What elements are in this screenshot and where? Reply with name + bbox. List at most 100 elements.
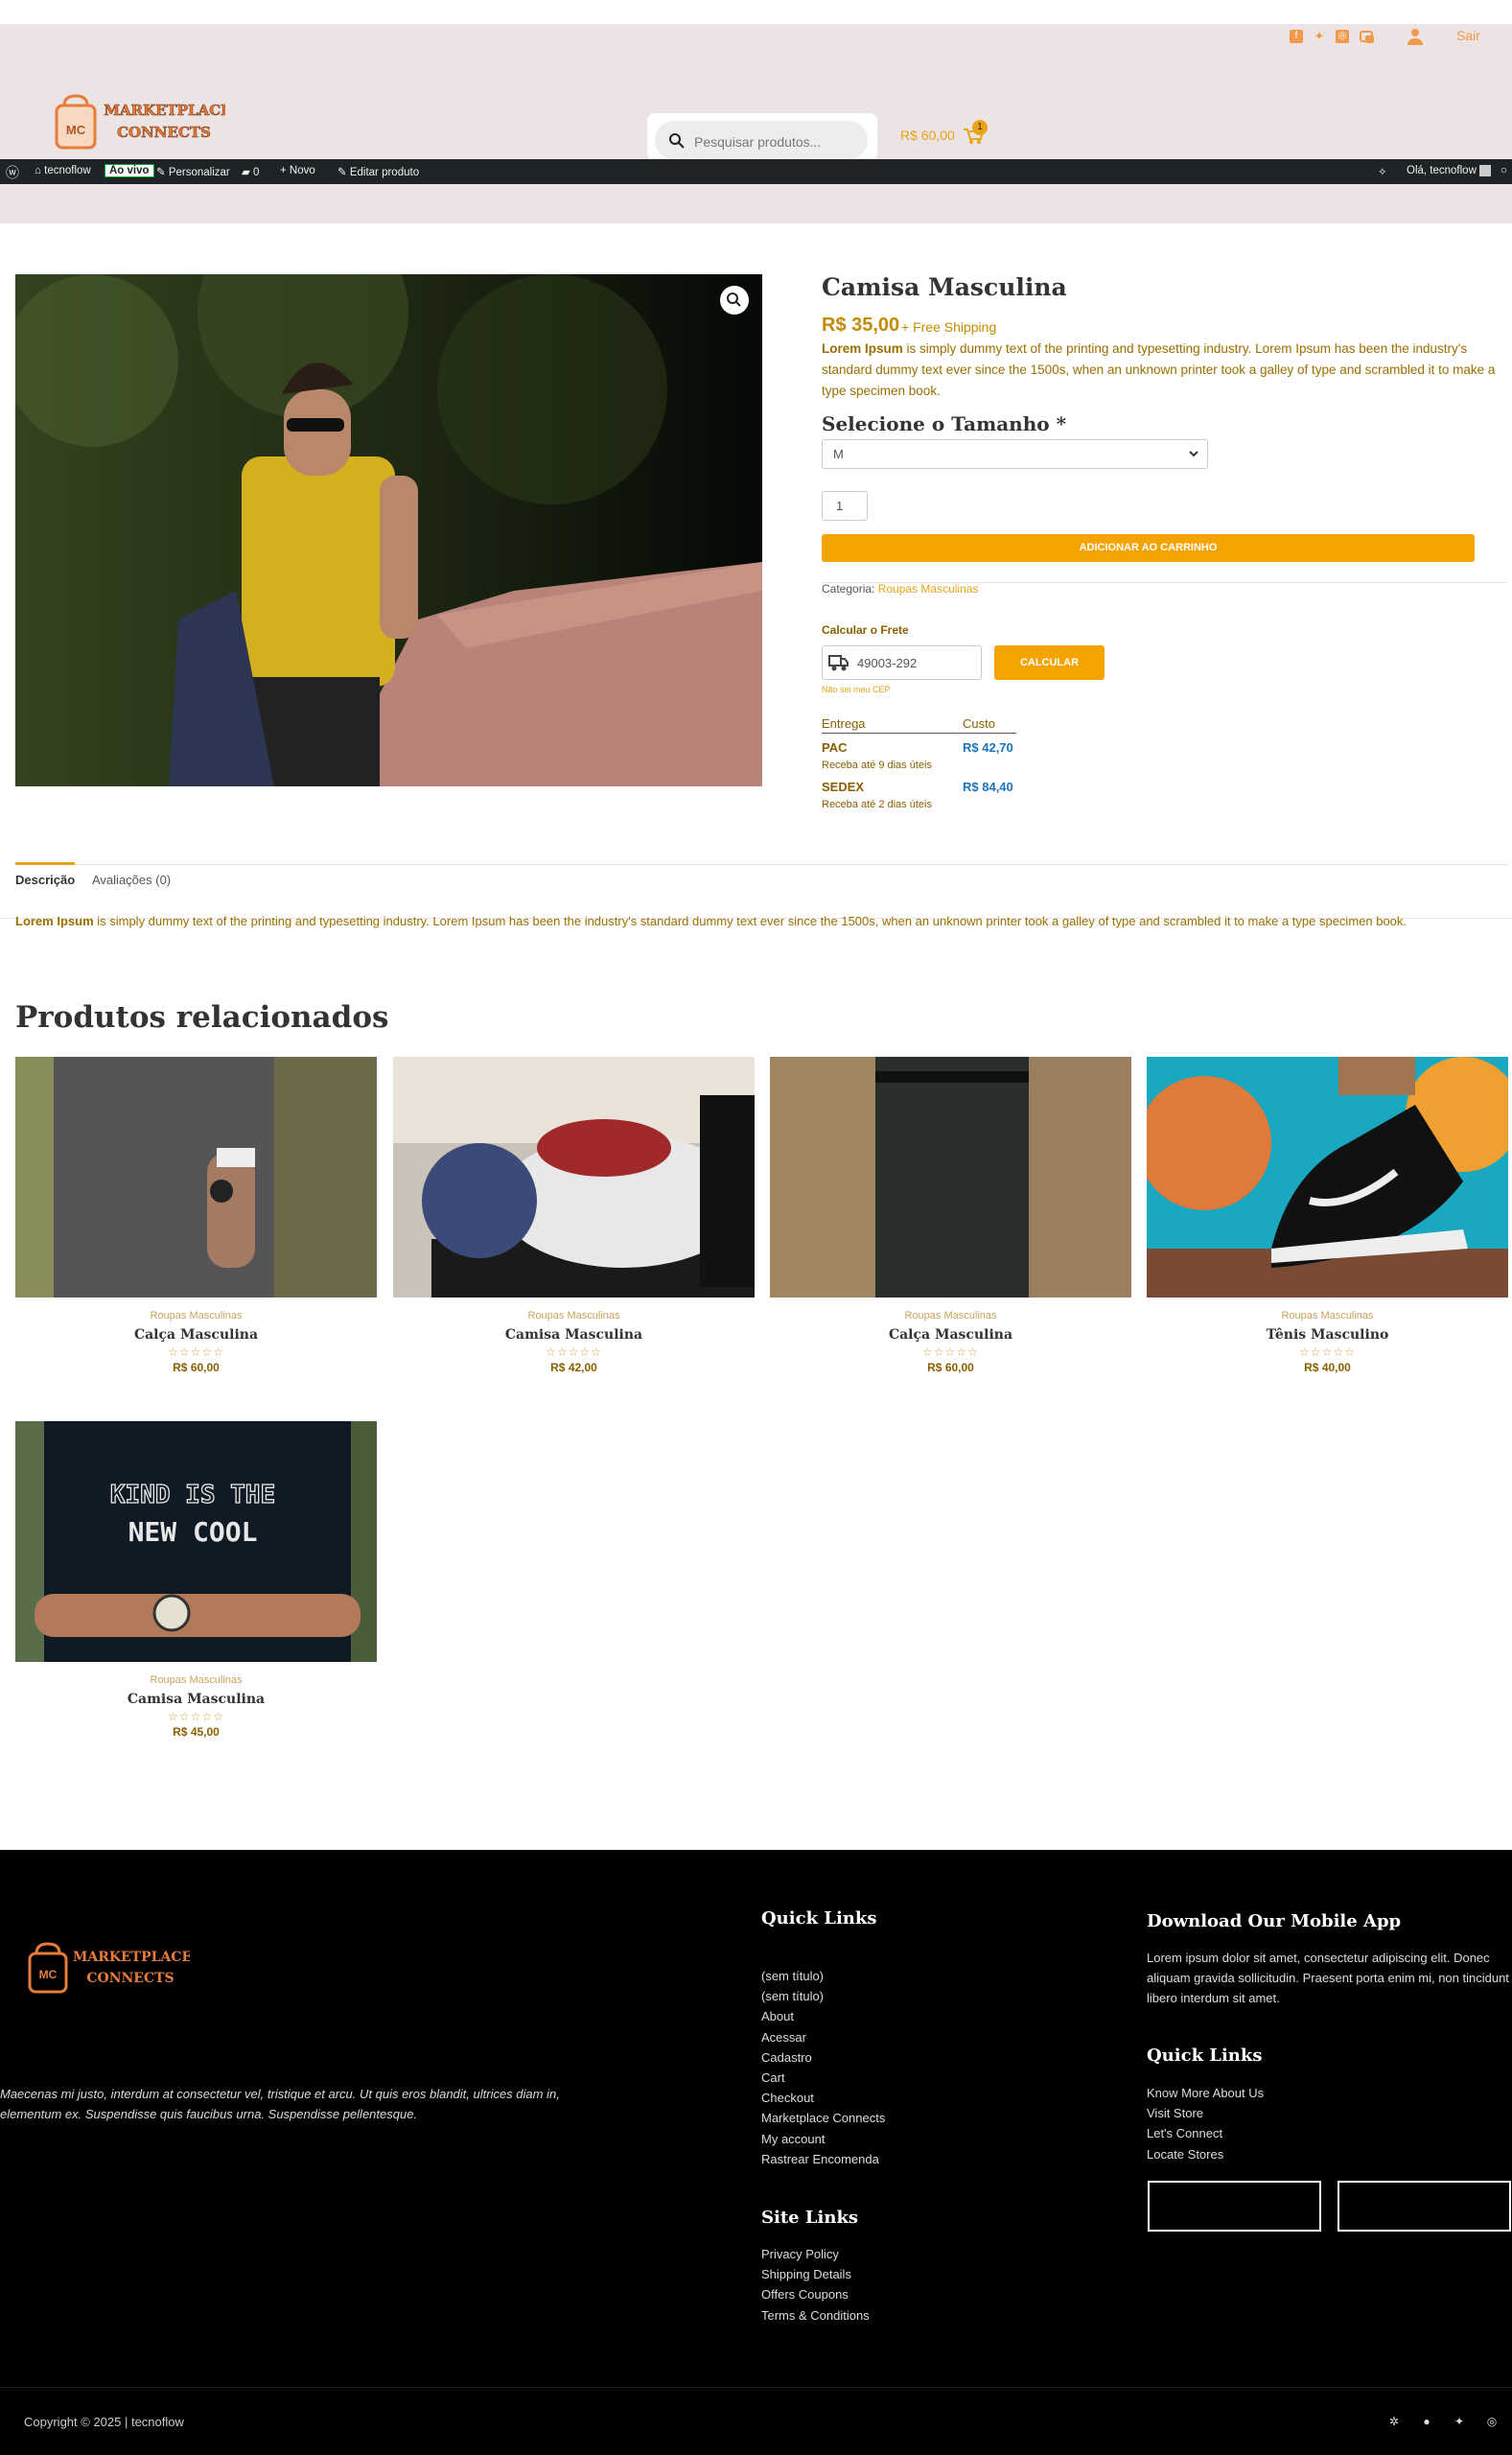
logo-line1: MARKETPLACE (104, 102, 225, 119)
footer-link[interactable]: Cadastro (761, 2047, 885, 2068)
site-links-list: Privacy Policy Shipping Details Offers C… (761, 2244, 870, 2326)
product-card-category[interactable]: Roupas Masculinas (15, 1674, 377, 1686)
col-cost: Custo (963, 716, 995, 731)
product-thumbnail[interactable] (393, 1057, 755, 1298)
product-card-price: R$ 45,00 (173, 1725, 220, 1739)
quick-links-list: (sem título) (sem título) About Acessar … (761, 1966, 885, 2169)
product-card[interactable]: Roupas Masculinas Calça Masculina ☆☆☆☆☆ … (770, 1057, 1131, 1374)
footer-link[interactable]: Marketplace Connects (761, 2108, 885, 2128)
wordpress-icon[interactable]: ⓦ (6, 163, 19, 182)
product-card[interactable]: Roupas Masculinas Tênis Masculino ☆☆☆☆☆ … (1147, 1057, 1508, 1374)
new-link[interactable]: + Novo (280, 165, 315, 176)
product-price: R$ 35,00 (822, 315, 900, 336)
footer-link[interactable]: Cart (761, 2068, 885, 2088)
site-footer (0, 1850, 1512, 2455)
footer-link[interactable]: (sem título) (761, 1966, 885, 1986)
quantity-input[interactable] (822, 491, 868, 521)
footer-link[interactable]: Checkout (761, 2088, 885, 2108)
footer-logo[interactable]: MC MARKETPLACE CONNECTS (27, 1942, 192, 2007)
footer-divider (0, 2387, 1512, 2388)
zoom-icon[interactable] (720, 286, 749, 315)
instagram-icon[interactable]: ◎ (1336, 30, 1349, 43)
footer-link[interactable]: Offers Coupons (761, 2284, 870, 2304)
product-image[interactable] (15, 274, 762, 786)
footer-link[interactable]: Shipping Details (761, 2264, 870, 2284)
chat-icon[interactable] (1360, 30, 1374, 43)
product-card-name[interactable]: Camisa Masculina (15, 1692, 377, 1707)
app-title: Download Our Mobile App (1147, 1911, 1402, 1931)
product-card-name[interactable]: Camisa Masculina (393, 1327, 755, 1343)
chevron-down-icon (1187, 447, 1200, 460)
cep-value: 49003-292 (857, 656, 918, 670)
footer-link[interactable]: Terms & Conditions (761, 2305, 870, 2326)
account-menu[interactable]: Olá, tecnoflow (1407, 165, 1492, 176)
product-thumbnail[interactable] (1147, 1057, 1508, 1298)
admin-search-icon[interactable]: ○ (1500, 165, 1507, 176)
shipping-option-detail: Receba até 2 dias úteis (822, 799, 932, 810)
footer-logo-line2: CONNECTS (86, 1971, 174, 1986)
footer-link[interactable]: Acessar (761, 2027, 885, 2047)
product-card-name[interactable]: Calça Masculina (15, 1327, 377, 1343)
search-icon[interactable] (668, 132, 686, 150)
product-card-name[interactable]: Calça Masculina (770, 1327, 1131, 1343)
category-link[interactable]: Roupas Masculinas (878, 582, 979, 596)
product-thumbnail[interactable] (770, 1057, 1131, 1298)
customize-link[interactable]: ✎ Personalizar (156, 165, 230, 178)
footer-link[interactable]: Privacy Policy (761, 2244, 870, 2264)
product-card-category[interactable]: Roupas Masculinas (15, 1310, 377, 1321)
comments-link[interactable]: ▰ 0 (242, 165, 259, 178)
size-select[interactable] (822, 439, 1208, 469)
product-card[interactable]: Roupas Masculinas Camisa Masculina ☆☆☆☆☆… (393, 1057, 755, 1374)
product-category: Categoria: Roupas Masculinas (822, 582, 979, 596)
yelp-icon[interactable]: ✲ (1387, 2415, 1401, 2428)
product-card[interactable]: KIND IS THE NEW COOL Roupas Masculinas C… (15, 1421, 377, 1739)
quantity-value: 1 (836, 499, 844, 513)
tab-reviews[interactable]: Avaliações (0) (92, 873, 171, 887)
footer-link[interactable]: Know More About Us (1147, 2083, 1264, 2103)
calculate-button[interactable]: CALCULAR (994, 645, 1105, 680)
add-to-cart-button[interactable]: ADICIONAR AO CARRINHO (822, 534, 1475, 562)
product-card-category[interactable]: Roupas Masculinas (1147, 1310, 1508, 1321)
instagram-icon[interactable]: ◎ (1485, 2415, 1499, 2428)
footer-link[interactable]: My account (761, 2129, 885, 2149)
footer-logo-line1: MARKETPLACE (73, 1950, 190, 1965)
rating-stars: ☆☆☆☆☆ (546, 1345, 602, 1359)
size-selected-value: M (833, 447, 844, 461)
edit-product-link[interactable]: ✎ Editar produto (337, 165, 419, 178)
logout-link[interactable]: Sair (1456, 28, 1480, 43)
dashboard-icon: ⌂ (35, 165, 45, 176)
footer-link[interactable]: Locate Stores (1147, 2144, 1264, 2164)
tab-description[interactable]: Descrição (15, 873, 75, 887)
product-card-category[interactable]: Roupas Masculinas (770, 1310, 1131, 1321)
product-card[interactable]: Roupas Masculinas Calça Masculina ☆☆☆☆☆ … (15, 1057, 377, 1374)
cart-total[interactable]: R$ 60,00 (900, 128, 955, 143)
footer-link[interactable]: Visit Store (1147, 2103, 1264, 2123)
quick-links-title: Quick Links (761, 1908, 877, 1929)
no-cep-link[interactable]: Não sei meu CEP (822, 685, 891, 694)
admin-site-link[interactable]: ⌂ tecnoflow (35, 165, 91, 176)
footer-link[interactable]: About (761, 2006, 885, 2026)
product-thumbnail[interactable]: KIND IS THE NEW COOL (15, 1421, 377, 1662)
admin-bar: ⓦ ⌂ tecnoflow Ao vivo ✎ Personalizar ▰ 0… (0, 159, 1512, 184)
shipping-option-name: PAC (822, 740, 848, 755)
app-store-button[interactable] (1148, 2181, 1321, 2232)
plus-icon: + (280, 165, 290, 176)
user-icon[interactable] (1406, 27, 1425, 46)
twitter-icon[interactable]: ✦ (1453, 2415, 1466, 2428)
table-divider (822, 733, 1016, 734)
facebook-icon[interactable]: ● (1420, 2415, 1433, 2428)
footer-link[interactable]: (sem título) (761, 1986, 885, 2006)
site-logo[interactable]: MC MARKETPLACE CONNECTS (53, 94, 232, 161)
twitter-icon[interactable]: ✦ (1313, 30, 1326, 43)
product-card-category[interactable]: Roupas Masculinas (393, 1310, 755, 1321)
rating-stars: ☆☆☆☆☆ (922, 1345, 979, 1359)
facebook-icon[interactable]: f (1290, 30, 1303, 43)
ai-icon[interactable]: ✧ (1378, 165, 1387, 178)
product-thumbnail[interactable] (15, 1057, 377, 1298)
footer-link[interactable]: Let's Connect (1147, 2123, 1264, 2143)
free-shipping-note: + Free Shipping (901, 319, 997, 335)
product-card-name[interactable]: Tênis Masculino (1147, 1327, 1508, 1343)
product-card-price: R$ 40,00 (1304, 1361, 1351, 1374)
footer-link[interactable]: Rastrear Encomenda (761, 2149, 885, 2169)
play-store-button[interactable] (1338, 2181, 1511, 2232)
